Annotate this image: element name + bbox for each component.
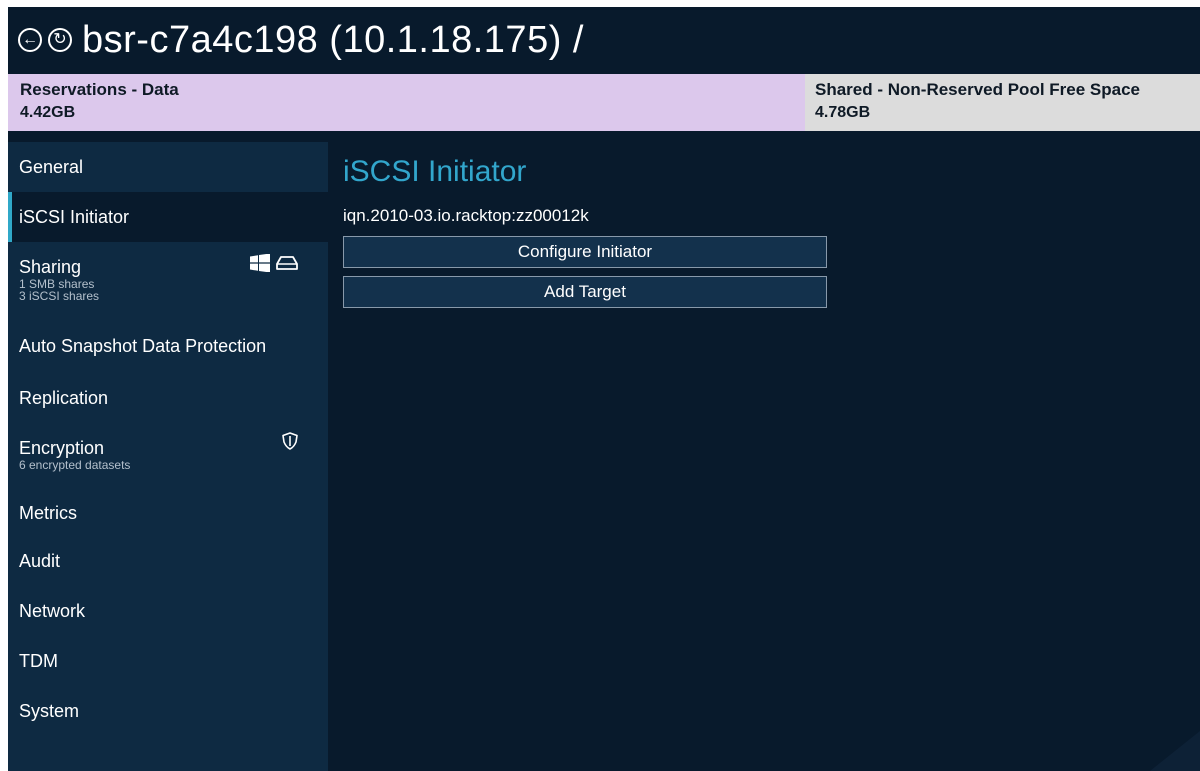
sidebar: General iSCSI Initiator Sharing 1 SMB sh…: [8, 142, 328, 771]
sidebar-item-metrics[interactable]: Metrics: [8, 489, 328, 537]
sidebar-item-audit[interactable]: Audit: [8, 537, 328, 587]
sidebar-item-label: TDM: [19, 651, 58, 671]
sidebar-item-label: System: [19, 701, 80, 721]
add-target-button[interactable]: Add Target: [343, 276, 827, 308]
windows-icon: [250, 254, 270, 272]
sidebar-item-auto-snapshot[interactable]: Auto Snapshot Data Protection: [8, 322, 328, 374]
refresh-icon[interactable]: ↻: [48, 28, 72, 52]
sidebar-item-sublabel: 6 encrypted datasets: [19, 458, 131, 472]
configure-initiator-button[interactable]: Configure Initiator: [343, 236, 827, 268]
pool-segment-name: Reservations - Data: [20, 80, 179, 99]
sidebar-item-label: Auto Snapshot Data Protection: [19, 336, 267, 356]
sidebar-item-sharing[interactable]: Sharing 1 SMB shares 3 iSCSI shares: [8, 242, 328, 322]
pool-segment-shared[interactable]: Shared - Non-Reserved Pool Free Space 4.…: [805, 74, 1200, 131]
sidebar-item-label: Audit: [19, 551, 61, 571]
sidebar-item-tdm[interactable]: TDM: [8, 637, 328, 687]
sidebar-item-label: General: [19, 157, 84, 177]
sidebar-item-sublabel: 3 iSCSI shares: [19, 289, 100, 303]
drive-icon: [276, 256, 298, 270]
shield-icon: [282, 432, 298, 450]
sidebar-item-label: Network: [19, 601, 86, 621]
resize-grip-icon: [1150, 731, 1200, 771]
sidebar-item-replication[interactable]: Replication: [8, 374, 328, 422]
sidebar-item-general[interactable]: General: [8, 142, 328, 192]
pool-segment-reservations[interactable]: Reservations - Data 4.42GB: [8, 74, 805, 131]
title-bar: ← ↻ bsr-c7a4c198 (10.1.18.175) /: [8, 7, 1200, 73]
app-window: ← ↻ bsr-c7a4c198 (10.1.18.175) / Reserva…: [8, 7, 1200, 771]
sidebar-item-label: Metrics: [19, 503, 77, 523]
pool-segment-name: Shared - Non-Reserved Pool Free Space: [815, 80, 1140, 99]
sidebar-item-label: Replication: [19, 388, 109, 408]
pool-usage-bar: Reservations - Data 4.42GB Shared - Non-…: [8, 74, 1200, 131]
window-title: bsr-c7a4c198 (10.1.18.175) /: [82, 18, 584, 61]
back-arrow-icon[interactable]: ←: [18, 28, 42, 52]
initiator-iqn: iqn.2010-03.io.racktop:zz00012k: [343, 206, 589, 225]
pool-segment-value: 4.42GB: [20, 104, 76, 121]
sidebar-item-label: iSCSI Initiator: [19, 207, 130, 227]
page-title: iSCSI Initiator: [343, 155, 527, 188]
sidebar-item-encryption[interactable]: Encryption 6 encrypted datasets: [8, 422, 328, 489]
sidebar-item-network[interactable]: Network: [8, 587, 328, 637]
sidebar-item-iscsi-initiator[interactable]: iSCSI Initiator: [8, 192, 328, 242]
main-content: iSCSI Initiator iqn.2010-03.io.racktop:z…: [343, 142, 1193, 762]
pool-segment-value: 4.78GB: [815, 104, 871, 121]
sidebar-item-system[interactable]: System: [8, 687, 328, 737]
